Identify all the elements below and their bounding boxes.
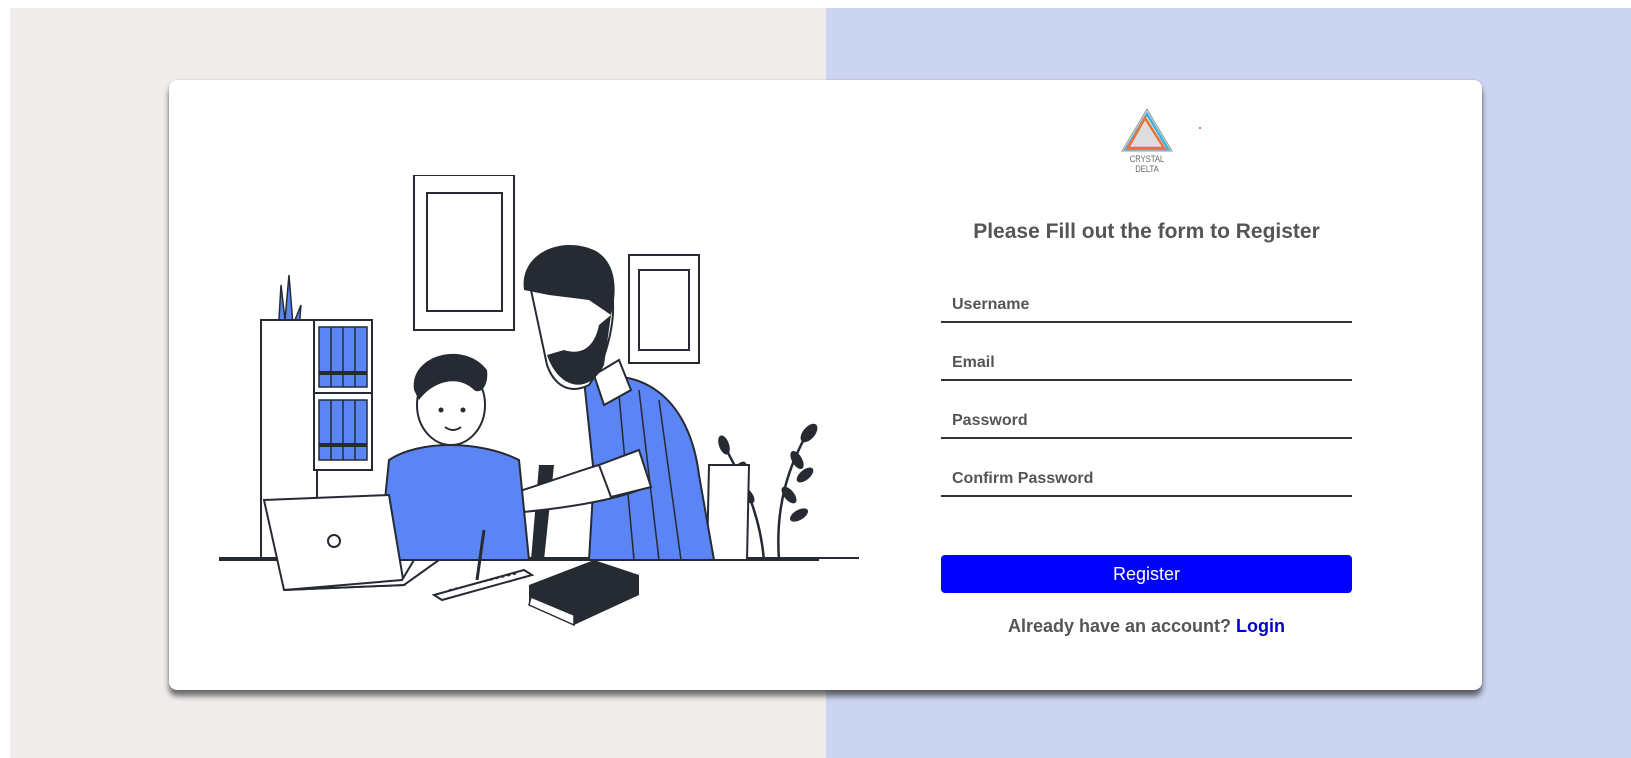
tutoring-illustration bbox=[219, 175, 859, 627]
triangle-logo-icon bbox=[1121, 108, 1173, 152]
username-input[interactable] bbox=[941, 289, 1352, 323]
email-input[interactable] bbox=[941, 347, 1352, 381]
account-prompt-text: Already have an account? bbox=[1007, 616, 1232, 636]
password-input[interactable] bbox=[941, 405, 1352, 439]
register-button[interactable]: Register bbox=[941, 555, 1352, 593]
login-prompt: Already have an account? Login bbox=[941, 616, 1352, 637]
confirm-password-input[interactable] bbox=[941, 463, 1352, 497]
register-form: CRYSTAL DELTA Please Fill out the form t… bbox=[941, 80, 1352, 690]
form-heading: Please Fill out the form to Register bbox=[973, 220, 1320, 243]
crystal-delta-logo: CRYSTAL DELTA bbox=[1112, 106, 1182, 174]
logo-dot bbox=[1199, 127, 1201, 129]
logo-text: CRYSTAL DELTA bbox=[1129, 154, 1165, 174]
login-link[interactable]: Login bbox=[1236, 616, 1285, 636]
register-card: CRYSTAL DELTA Please Fill out the form t… bbox=[169, 80, 1482, 690]
